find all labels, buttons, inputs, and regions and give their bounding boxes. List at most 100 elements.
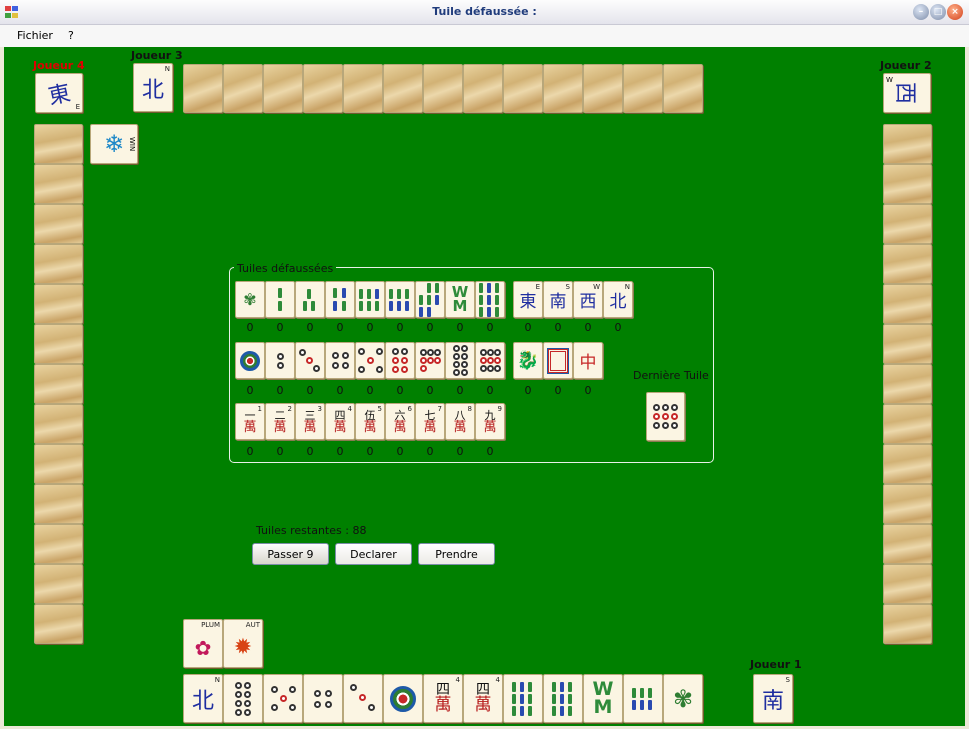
pass-button[interactable]: Passer 9 xyxy=(252,543,329,565)
player4-wind-tile: 東 E xyxy=(35,73,83,113)
hand-tile-circle-4[interactable] xyxy=(303,674,343,723)
circle-1-tile xyxy=(235,342,265,379)
discard-count: 0 xyxy=(396,445,404,458)
player2-hidden-tile xyxy=(883,404,932,444)
circle-6-tile xyxy=(385,342,415,379)
player3-hidden-tile xyxy=(303,64,343,113)
menu-help[interactable]: ? xyxy=(68,29,74,42)
maximize-icon[interactable]: □ xyxy=(930,4,946,20)
bamboo-8-tile: WM xyxy=(445,281,475,318)
discard-count: 0 xyxy=(276,445,284,458)
discard-count: 0 xyxy=(524,384,532,397)
player3-hidden-tile xyxy=(543,64,583,113)
minimize-icon[interactable]: – xyxy=(913,4,929,20)
player2-hidden-tile xyxy=(883,564,932,604)
discard-count: 0 xyxy=(486,445,494,458)
player3-hidden-tile xyxy=(583,64,623,113)
player3-hidden-tile xyxy=(223,64,263,113)
hand-tile-bamboo-6[interactable] xyxy=(623,674,663,723)
player2-hidden-tile xyxy=(883,484,932,524)
discard-count: 0 xyxy=(366,384,374,397)
plum-flower-tile: ✿ PLUM xyxy=(183,619,223,668)
last-tile-label: Dernière Tuile xyxy=(633,369,709,382)
player4-hidden-tile xyxy=(34,604,83,644)
discard-count: 0 xyxy=(336,384,344,397)
west-wind-tile: 西W xyxy=(573,281,603,318)
discard-count: 0 xyxy=(246,384,254,397)
bamboo-4-tile xyxy=(325,281,355,318)
discard-count: 0 xyxy=(306,321,314,334)
bird-icon: ✾ xyxy=(243,290,257,309)
bamboo-1-tile: ✾ xyxy=(235,281,265,318)
player4-hidden-tile xyxy=(34,324,83,364)
player3-wind-glyph: 北 xyxy=(141,77,164,103)
hand-tile-circle-8[interactable] xyxy=(223,674,263,723)
discard-count: 0 xyxy=(426,445,434,458)
character-2-tile: 二萬2 xyxy=(265,403,295,440)
take-button[interactable]: Prendre xyxy=(418,543,495,565)
discard-count: 0 xyxy=(554,321,562,334)
player2-wind-letter: W xyxy=(886,76,893,84)
title-bar[interactable]: Tuile défaussée : – □ × xyxy=(0,0,969,25)
player2-hidden-tile xyxy=(883,444,932,484)
discard-count: 0 xyxy=(486,384,494,397)
player4-hidden-tile xyxy=(34,444,83,484)
hand-tile-bamboo-9[interactable] xyxy=(543,674,583,723)
white-dragon-tile xyxy=(543,342,573,379)
player2-hidden-tile xyxy=(883,124,932,164)
hand-tile-circle-5[interactable] xyxy=(263,674,303,723)
player4-hidden-tile xyxy=(34,524,83,564)
remaining-tiles-text: Tuiles restantes : 88 xyxy=(256,524,367,537)
character-5-tile: 伍萬5 xyxy=(355,403,385,440)
hand-tile-circle-3[interactable] xyxy=(343,674,383,723)
discard-count: 0 xyxy=(486,321,494,334)
player3-hidden-tile xyxy=(663,64,703,113)
declare-button[interactable]: Declarer xyxy=(335,543,412,565)
hand-tile-character-4[interactable]: 四萬4 xyxy=(463,674,503,723)
circle-2-tile xyxy=(265,342,295,379)
player4-hidden-tile xyxy=(34,284,83,324)
player3-hidden-tile xyxy=(183,64,223,113)
south-wind-tile: 南S xyxy=(543,281,573,318)
player3-wind-letter: N xyxy=(164,65,170,73)
discard-count: 0 xyxy=(306,445,314,458)
hand-tile-bamboo-1[interactable]: ✾ xyxy=(663,674,703,723)
menu-bar: Fichier ? xyxy=(0,25,969,47)
hand-tile-bamboo-9[interactable] xyxy=(503,674,543,723)
discard-count: 0 xyxy=(276,321,284,334)
player2-hidden-tile xyxy=(883,524,932,564)
discard-count: 0 xyxy=(336,321,344,334)
player4-hidden-tile xyxy=(34,124,83,164)
player4-hidden-tile xyxy=(34,164,83,204)
player4-flower-label: WIN xyxy=(128,137,136,152)
player4-hidden-tile xyxy=(34,564,83,604)
hand-tile-north[interactable]: 北N xyxy=(183,674,223,723)
bamboo-3-tile xyxy=(295,281,325,318)
hand-tile-character-4[interactable]: 四萬4 xyxy=(423,674,463,723)
character-7-tile: 七萬7 xyxy=(415,403,445,440)
discard-count: 0 xyxy=(306,384,314,397)
player3-hidden-tile xyxy=(423,64,463,113)
hand-tile-circle-1[interactable] xyxy=(383,674,423,723)
snowflake-icon: ❄ xyxy=(103,130,125,158)
discard-count: 0 xyxy=(426,321,434,334)
player2-hidden-tile xyxy=(883,204,932,244)
discard-count: 0 xyxy=(584,321,592,334)
bamboo-6-tile xyxy=(385,281,415,318)
bamboo-9-tile xyxy=(475,281,505,318)
discard-count: 0 xyxy=(554,384,562,397)
player2-hidden-tile xyxy=(883,324,932,364)
circle-7-tile xyxy=(415,342,445,379)
window-title: Tuile défaussée : xyxy=(432,5,537,18)
dragon-icon: 🐉 xyxy=(516,350,540,371)
north-wind-tile: 北N xyxy=(603,281,633,318)
player3-hidden-tile xyxy=(383,64,423,113)
discard-count: 0 xyxy=(456,445,464,458)
bamboo-8-glyph: WM xyxy=(592,678,614,718)
player2-hidden-tile xyxy=(883,364,932,404)
player2-label: Joueur 2 xyxy=(880,59,932,72)
close-icon[interactable]: × xyxy=(947,4,963,20)
hand-tile-bamboo-8[interactable]: WM xyxy=(583,674,623,723)
character-1-tile: 一萬1 xyxy=(235,403,265,440)
menu-fichier[interactable]: Fichier xyxy=(17,29,53,42)
